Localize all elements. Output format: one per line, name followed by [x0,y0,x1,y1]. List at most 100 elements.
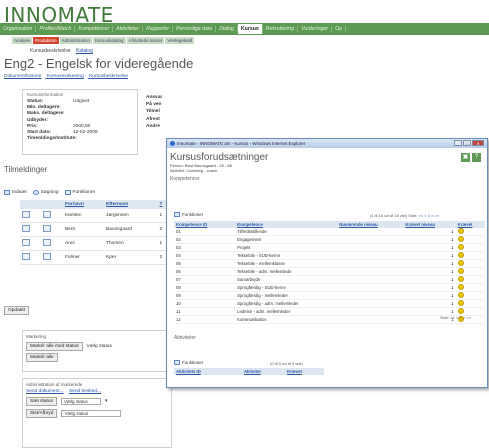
functions-icon [174,360,180,365]
table-row[interactable]: Anni Thorsen 1 [20,236,170,251]
sub-nav: Analyse Produktion Administration Kursuskat… [12,37,195,44]
sort-icon[interactable] [233,368,242,375]
column-header[interactable]: Krævet niveau [403,221,456,228]
info-right-label: Afrest [146,116,160,122]
competency-name-cell: Projekt [235,243,338,252]
print-icon[interactable]: ▣ [461,153,470,162]
link-dokumenthistorie[interactable]: Dokumenthistorie [4,74,41,79]
required-level-cell: 1 [403,251,456,260]
link-kursusbeskrivelse[interactable]: Kursusbeskrivelse [89,74,128,79]
nav-item-personligedata[interactable]: Personlige data [173,26,217,32]
marking-status-select[interactable]: Vælg status [87,344,112,349]
row-edit-cell[interactable] [20,209,42,223]
column-header[interactable]: Aktivitets ID [174,368,234,375]
nav-item-vurderinger[interactable]: Vurderinger [298,26,333,32]
maximize-button[interactable]: □ [463,140,471,146]
send-document-link[interactable]: Send dokument... [26,389,64,394]
set-status-select[interactable]: Vælg status [60,398,101,405]
edit-icon[interactable] [22,253,30,260]
document-icon[interactable] [43,253,52,260]
row-doc-cell[interactable] [41,209,63,223]
column-header[interactable]: Kompetence ID [174,221,229,228]
row-doc-cell[interactable] [41,250,63,265]
column-header[interactable]: Kompetence [235,221,338,228]
column-header[interactable]: Fornavn [62,200,105,209]
activities-table: Aktivitets ID Aktivitet Krævet [174,368,324,375]
nav-item-aktiviteter[interactable]: Aktiviteter [113,26,144,32]
help-icon[interactable]: ? [472,153,481,162]
set-status-button[interactable]: Sæt status [26,397,57,406]
tab-administration[interactable]: Administration [59,37,93,44]
activities-functions-button[interactable]: Funktioner [174,360,203,365]
delete-button[interactable]: Slet/Afbryd [26,409,58,418]
edit-icon[interactable] [22,225,30,232]
table-row: 10 Sprogfærdig - adm. mellemleder 1 [174,299,485,308]
nav-item-profilermatch[interactable]: Profiler/Match [36,26,76,32]
document-icon[interactable] [43,239,52,246]
nav-item-dialog[interactable]: Dialog [216,26,238,32]
column-header[interactable]: Efternavn [104,200,158,209]
row-doc-cell[interactable] [41,222,63,237]
nav-item-op[interactable]: Op [332,26,346,32]
mark-all-button[interactable]: Markér alle [26,353,58,362]
functions-button[interactable]: Funktioner [64,190,95,195]
column-header[interactable]: Krævet [455,221,485,228]
row-edit-cell[interactable] [20,222,42,237]
ie-icon [170,141,175,146]
breadcrumb-link-katalog[interactable]: Katalog [76,48,93,54]
tab-ventegekald[interactable]: Ventegekald [165,37,195,44]
send-message-link[interactable]: Send besked... [69,389,101,394]
nav-item-organisation[interactable]: Organisation [0,26,37,32]
link-kursusevaluering[interactable]: Kursusevaluering [47,74,84,79]
mark-all-with-status-button[interactable]: Markér alle med status [26,342,83,351]
document-icon[interactable] [43,211,52,218]
nav-item-kompetencer[interactable]: Kompetencer [75,26,114,32]
required-level-cell: 1 [403,259,456,268]
minimize-button[interactable]: _ [454,140,462,146]
row-edit-cell[interactable] [20,236,42,251]
competencies-pager-bottom[interactable]: Side: << < 1 > >> [440,315,471,320]
update-button[interactable]: Opdatér [4,306,30,315]
competency-name-cell: Tilfredsstillende [235,228,338,236]
table-row[interactable]: Bent Baunsgaard 2 [20,222,170,237]
column-header[interactable]: Aktivitet [241,368,286,375]
search-button[interactable]: Søgning [32,190,59,195]
column-header[interactable]: Krævet [285,368,324,375]
column-header[interactable] [41,200,63,209]
table-row[interactable]: Karsten Jørgensen 1 [20,209,170,223]
competencies-functions-button[interactable]: Funktioner [174,212,203,217]
current-level-cell [337,259,404,268]
status-dot-icon [457,308,464,314]
current-level-cell [337,243,404,252]
popup-titlebar: Innomate - INNOMATE a/s - Kursus - Windo… [167,139,487,148]
tab-kursuskatalog[interactable]: Kursuskatalog [93,37,126,44]
breadcrumb-current: Kursusbeskrivelse [30,48,71,54]
table-row[interactable]: Folmer Kjær 2 [20,250,170,265]
column-header[interactable]: Nuværende niveau [337,221,404,228]
column-header[interactable] [20,200,42,209]
tab-produktion[interactable]: Produktion [33,37,59,44]
current-level-cell [337,307,404,316]
nav-item-rapporter[interactable]: Rapporter [143,26,174,32]
row-doc-cell[interactable] [41,236,63,251]
table-row: 11 Ledelse - adm. mellemleder 1 [174,307,485,316]
status-dot-icon [457,244,464,250]
edit-icon[interactable] [22,239,30,246]
nav-item-kursus[interactable]: Kursus [237,24,263,34]
tab-analyse[interactable]: Analyse [12,37,33,44]
row-edit-cell[interactable] [20,250,42,265]
tab-afsluttedekurser[interactable]: Afsluttede kurser [126,37,165,44]
competency-name-cell: Kommunikation [235,315,338,324]
delete-status-select[interactable]: Vælg status [61,410,122,417]
nav-item-rekruttering[interactable]: Rekruttering [263,26,299,32]
competency-id-cell: 08 [174,283,229,292]
pager-top-controls[interactable]: << < 1 > >> [418,213,439,218]
close-button[interactable]: ✕ [472,140,484,146]
required-level-cell: 1 [403,228,456,236]
document-icon[interactable] [43,225,52,232]
required-status-cell [455,283,485,292]
competency-id-cell: 12 [174,315,229,324]
insert-button[interactable]: Indsæt [4,190,27,195]
current-level-cell [337,235,404,244]
edit-icon[interactable] [22,211,30,218]
